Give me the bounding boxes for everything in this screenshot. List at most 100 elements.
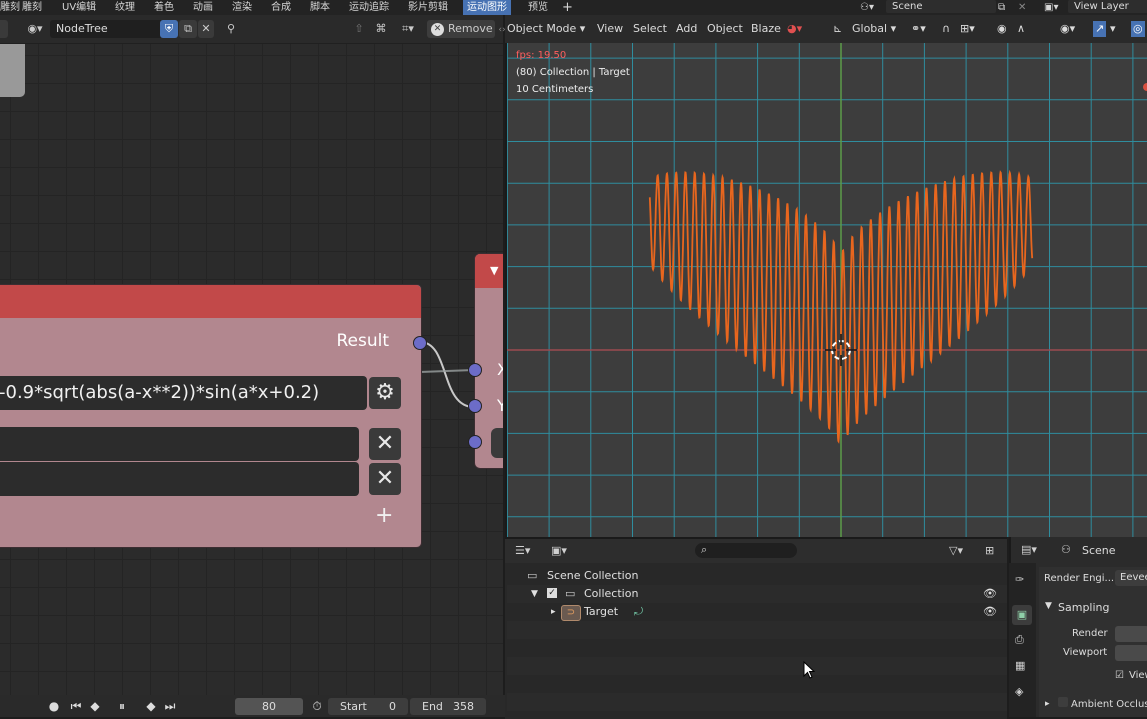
view-layer-tab-icon[interactable]: ▦ [1015,659,1025,672]
socket-z-field[interactable] [491,428,503,458]
editor-type-fragment[interactable] [0,20,8,38]
render-samples-field[interactable] [1115,626,1147,642]
tool-tab-icon[interactable]: ✑ [1015,573,1024,586]
collapse-icon[interactable]: ▼ [490,264,498,277]
menu-motion-graphics[interactable]: 运动图形 [463,0,511,15]
ambient-checkbox[interactable] [1058,697,1068,707]
menu-texture[interactable]: 纹理 [115,0,135,15]
output-tab-icon[interactable]: ⎙ [1015,633,1024,647]
display-mode-icon[interactable]: ☰▾ [515,544,530,557]
sampling-panel-label[interactable]: Sampling [1058,601,1110,614]
snap-icon[interactable]: ⌘ [372,20,390,38]
proportional-edit-icon[interactable]: ◉ [997,21,1007,37]
unlink-icon[interactable]: ✕ [198,20,214,38]
visibility-icon[interactable]: ◉▾ [1060,21,1075,37]
blaze-menu[interactable]: Blaze [751,21,781,37]
duplicate-icon[interactable]: ⧉ [179,20,197,38]
parent-node-icon[interactable]: ⇧ [350,20,368,38]
menu-rendering[interactable]: 渲染 [232,0,252,15]
menu-uv-editing[interactable]: UV编辑 [62,0,96,15]
outliner-row-target[interactable]: ▸ ⊃ Target ⤾ 👁 [507,603,1007,621]
viewport-denoise-checkbox[interactable]: ☑ [1115,670,1124,681]
remove-variable-1-icon[interactable]: ✕ [369,428,401,460]
fake-user-shield-icon[interactable]: ⛨ [160,20,178,38]
menu-animation[interactable]: 动画 [193,0,213,15]
outliner[interactable]: ▭ Scene Collection ▼ ✓ ▭ Collection 👁 ▸ … [505,537,1007,719]
expression-node[interactable]: Result -0.9*sqrt(abs(a-x**2))*sin(a*x+0.… [0,284,422,548]
blaze-addon-icon[interactable]: ◕▾ [787,21,802,37]
outliner-search-input[interactable]: ⌕ [695,543,797,558]
gizmo-dropdown-icon[interactable]: ▾ [1110,21,1116,37]
viewport-samples-field[interactable] [1115,645,1147,661]
object-mode-dropdown[interactable]: Object Mode ▾ [507,21,587,37]
object-menu[interactable]: Object [707,21,743,37]
add-workspace-icon[interactable]: + [562,0,573,15]
ambient-occlusion-label[interactable]: Ambient Occlusi... [1071,699,1147,710]
add-variable-icon[interactable]: + [375,503,393,528]
remove-variable-2-icon[interactable]: ✕ [369,463,401,495]
menu-sculpt[interactable]: 雕刻 [22,0,42,15]
sampling-expand-icon[interactable]: ▼ [1045,601,1052,611]
ambient-expand-icon[interactable]: ▸ [1045,699,1050,709]
expand-icon[interactable]: ▼ [531,585,538,603]
scene-tab-icon[interactable]: ◈ [1015,685,1023,698]
pause-icon[interactable]: ⏸ [113,698,131,715]
variable-field-2[interactable] [0,462,359,496]
add-menu[interactable]: Add [676,21,697,37]
menu-video-editing[interactable]: 影片剪辑 [408,0,448,15]
current-frame-field[interactable]: 80 [235,698,303,715]
snap-magnet-icon[interactable]: ∩ [942,21,950,37]
render-engine-dropdown[interactable]: Eevee [1115,570,1147,586]
target-visibility-icon[interactable]: 👁 [983,603,997,621]
node-tree-name-field[interactable]: NodeTree [50,20,166,38]
view-layer-field[interactable]: View Layer [1068,0,1147,13]
pin-icon[interactable]: ⚲ [222,20,240,38]
view-menu[interactable]: View [597,21,623,37]
outliner-row-scene-collection[interactable]: ▭ Scene Collection [507,567,1007,585]
z-input-socket[interactable] [468,435,482,449]
view-layer-icon[interactable]: ▣▾ [1044,0,1058,15]
new-scene-icon[interactable]: ⧉ [998,0,1005,15]
filter-icon[interactable]: ▽▾ [949,544,963,557]
orientation-dropdown[interactable]: Global ▾ [852,21,902,37]
delete-scene-icon[interactable]: ✕ [1018,0,1026,15]
render-tab-icon[interactable]: ▣ [1012,605,1032,625]
gizmo-icon[interactable]: ↗ [1093,21,1107,37]
navigation-gizmo-dot[interactable] [1143,83,1147,91]
menu-compositing[interactable]: 合成 [271,0,291,15]
keyframe-prev-icon[interactable]: ◆ [86,698,104,715]
properties-type-icon[interactable]: ▤▾ [1021,543,1037,556]
include-checkbox[interactable]: ✓ [547,588,557,598]
x-input-socket[interactable] [468,363,482,377]
collection-visibility-icon[interactable]: 👁 [983,585,997,603]
filter-view-icon[interactable]: ▣▾ [551,544,567,557]
start-frame-field[interactable]: Start 0 [328,698,408,715]
remove-button[interactable]: ✕ Remove [427,20,495,38]
keyframe-next-icon[interactable]: ◆ [142,698,160,715]
variable-field-1[interactable] [0,427,359,461]
new-collection-icon[interactable]: ⊞ [985,544,994,557]
select-menu[interactable]: Select [633,21,667,37]
stopwatch-icon[interactable]: ⏱ [308,698,326,715]
outliner-row-collection[interactable]: ▼ ✓ ▭ Collection 👁 [507,585,1007,603]
gear-icon[interactable]: ⚙ [369,377,401,409]
node-editor[interactable]: Result -0.9*sqrt(abs(a-x**2))*sin(a*x+0.… [0,15,503,695]
3d-viewport[interactable]: fps: 19.50 (80) Collection | Target 10 C… [505,43,1147,537]
menu-shading[interactable]: 着色 [154,0,174,15]
record-icon[interactable]: ● [44,698,64,715]
end-frame-field[interactable]: End 358 [410,698,486,715]
menu-motion-tracking[interactable]: 运动追踪 [349,0,389,15]
snap-element-icon[interactable]: ⊞▾ [960,21,975,37]
combine-node-header[interactable]: ▼ [475,254,503,288]
menu-fragment[interactable]: 雕刻 [0,0,20,15]
transform-orientation-icon[interactable]: ⊾ [833,21,842,37]
expression-field[interactable]: -0.9*sqrt(abs(a-x**2))*sin(a*x+0.2) [0,376,367,410]
jump-end-icon[interactable]: ⏭ [162,698,178,715]
view-dropdown-icon[interactable]: ◉▾ [22,20,48,38]
scene-icon[interactable]: ⚇▾ [860,0,874,15]
y-input-socket[interactable] [468,399,482,413]
result-output-socket[interactable] [413,336,427,350]
expression-node-header[interactable] [0,285,421,318]
falloff-icon[interactable]: ∧ [1017,21,1025,37]
snap-target-icon[interactable]: ⌗▾ [394,20,422,38]
